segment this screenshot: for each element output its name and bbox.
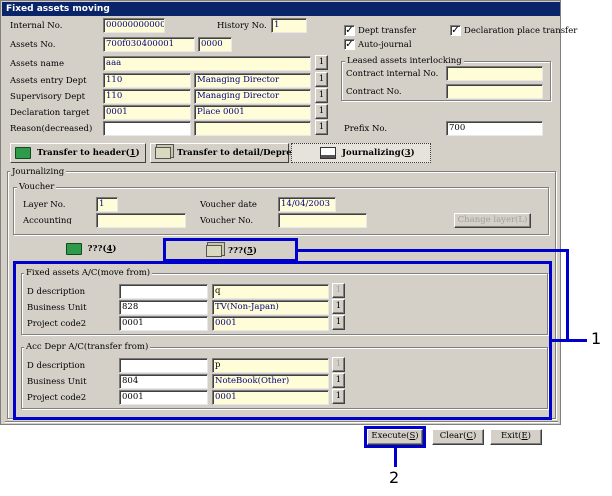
dept-transfer-label: Dept transfer	[358, 26, 417, 36]
declaration-target-label: Declaration target	[10, 108, 90, 118]
subtab-highlight-box	[163, 238, 298, 262]
assets-name-label: Assets name	[10, 59, 65, 69]
callout-1-number: 1	[591, 329, 602, 348]
tab-label: Transfer to header(	[37, 148, 130, 158]
reason-lookup-button[interactable]: 1	[315, 120, 328, 135]
auto-journal-checkbox[interactable]: ✓	[344, 39, 355, 50]
declaration-place-transfer-label: Declaration place transfer	[464, 26, 578, 36]
declaration-place-transfer-checkbox[interactable]: ✓	[450, 25, 461, 36]
subtab-label: ???(	[87, 244, 107, 254]
declaration-target-code-field[interactable]: 0001	[103, 105, 191, 120]
history-no-field[interactable]: 1	[271, 18, 307, 33]
entry-dept-code-field[interactable]: 110	[103, 73, 191, 88]
subtab-4[interactable]: ???(4)	[21, 241, 161, 259]
book-icon	[65, 242, 82, 255]
callout-1-line-top	[297, 249, 569, 252]
supervisory-dept-lookup-button[interactable]: 1	[315, 88, 328, 103]
tab-label-end: )	[135, 148, 140, 158]
exit-button[interactable]: Exit(E)	[490, 429, 542, 445]
window-title: Fixed assets moving	[2, 2, 560, 16]
accounting-field[interactable]	[96, 213, 186, 228]
entry-dept-lookup-button[interactable]: 1	[315, 72, 328, 87]
tab-transfer-to-header[interactable]: Transfer to header(1)	[10, 143, 146, 163]
contract-no-label: Contract No.	[346, 87, 402, 97]
dept-transfer-checkbox[interactable]: ✓	[344, 25, 355, 36]
layer-no-label: Layer No.	[23, 200, 66, 210]
voucher-date-label: Voucher date	[200, 200, 257, 210]
execute-highlight-box	[364, 426, 426, 448]
voucher-no-field[interactable]	[278, 213, 367, 228]
reason-code-field[interactable]	[103, 121, 191, 136]
assets-no-sub-field[interactable]: 0000	[198, 37, 232, 52]
callout-1-line-bottom	[551, 339, 587, 342]
journal-icon	[320, 146, 336, 159]
assets-name-lookup-button[interactable]: 1	[315, 55, 328, 70]
supervisory-dept-name-field: Managing Director	[194, 89, 311, 104]
reason-label: Reason(decreased)	[10, 124, 93, 134]
assets-name-field[interactable]: aaa	[103, 56, 311, 71]
prefix-no-label: Prefix No.	[344, 124, 388, 134]
clear-label-end: )	[472, 431, 477, 441]
assets-no-label: Assets No.	[10, 40, 56, 50]
window-divider	[5, 421, 558, 423]
contract-internal-no-label: Contract internal No.	[346, 69, 439, 79]
prefix-no-field[interactable]: 700	[446, 121, 543, 136]
tab-label: Journalizing(	[342, 148, 405, 158]
supervisory-dept-code-field[interactable]: 110	[103, 89, 191, 104]
voucher-no-label: Voucher No.	[200, 216, 254, 226]
leased-assets-group-title: Leased assets interlocking	[345, 56, 464, 66]
tab-label-end: )	[410, 148, 415, 158]
clear-button[interactable]: Clear(C)	[432, 429, 484, 445]
exit-label: Exit(	[501, 431, 522, 441]
declaration-target-name-field: Place 0001	[194, 105, 311, 120]
callout-2-number: 2	[389, 468, 400, 487]
supervisory-dept-label: Supervisory Dept	[10, 92, 86, 102]
callout-2-line	[394, 448, 397, 467]
voucher-group-title: Voucher	[17, 182, 57, 192]
change-layer-button[interactable]: Change layer(L)	[454, 213, 531, 228]
book-icon	[15, 146, 31, 159]
history-no-label: History No.	[217, 21, 267, 31]
assets-no-field[interactable]: 700f030400001	[103, 37, 195, 52]
subtab-label-end: )	[112, 244, 117, 254]
callout-1-line-vertical	[566, 249, 569, 342]
entry-dept-name-field: Managing Director	[194, 73, 311, 88]
voucher-date-field[interactable]: 14/04/2003	[278, 197, 336, 212]
contract-internal-no-field[interactable]	[446, 66, 543, 81]
reason-name-field	[194, 121, 311, 136]
auto-journal-label: Auto-journal	[358, 40, 412, 50]
accounting-label: Accounting	[23, 216, 72, 224]
declaration-target-lookup-button[interactable]: 1	[315, 104, 328, 119]
tab-transfer-to-detail[interactable]: Transfer to detail/Depreciati...	[150, 143, 322, 163]
pages-icon	[155, 146, 171, 159]
exit-label-end: )	[527, 431, 531, 441]
journalizing-group-title: Journalizing	[10, 167, 67, 177]
tab-journalizing[interactable]: Journalizing(3)	[291, 143, 431, 163]
entry-dept-label: Assets entry Dept	[10, 76, 87, 86]
internal-no-label: Internal No.	[10, 21, 63, 31]
contract-no-field[interactable]	[446, 84, 543, 99]
layer-no-field[interactable]: 1	[96, 197, 118, 212]
clear-label: Clear(	[439, 431, 467, 441]
internal-no-field[interactable]: 000000000001	[103, 18, 165, 33]
journal-area-highlight-box	[13, 261, 552, 420]
